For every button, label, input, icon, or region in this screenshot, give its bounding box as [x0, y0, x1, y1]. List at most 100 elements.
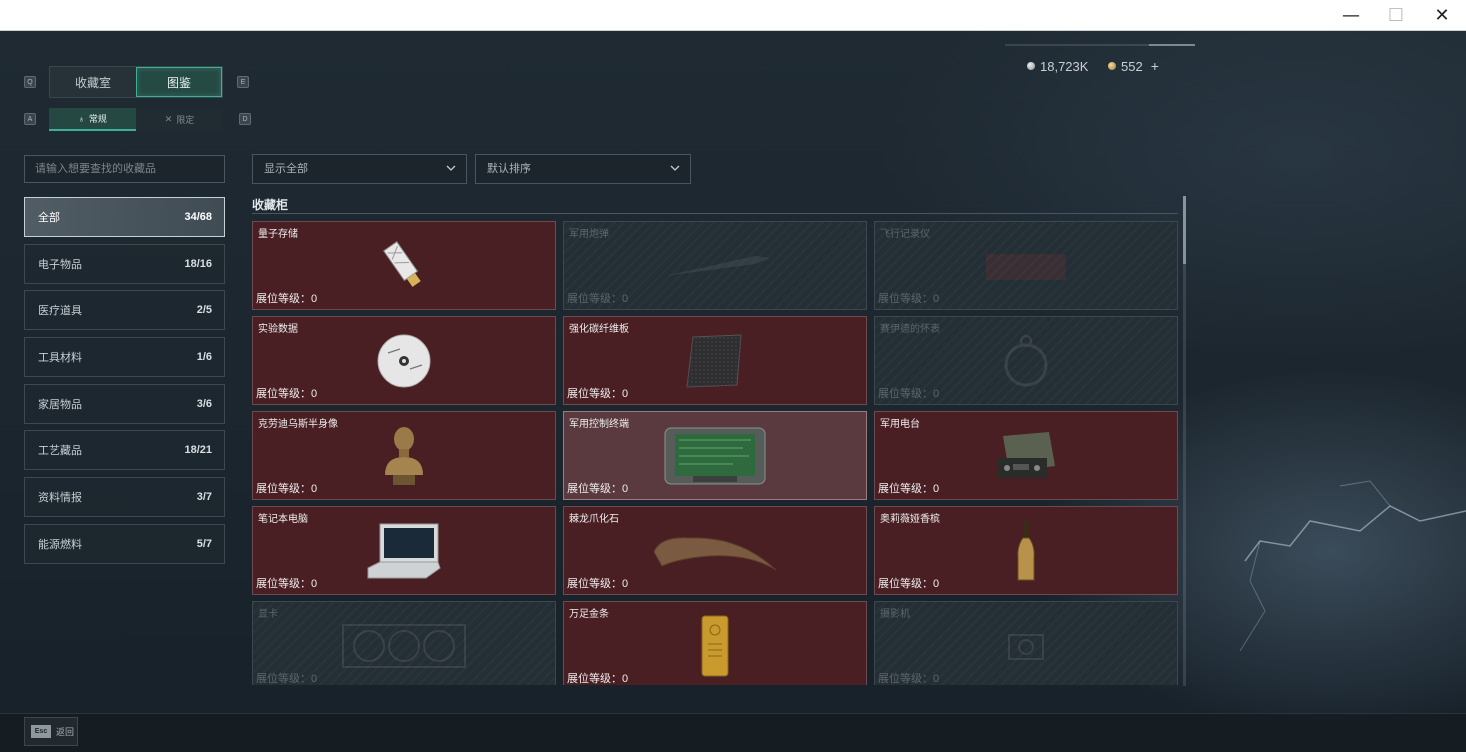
card-name: 显卡: [258, 609, 278, 620]
category-label: 电子物品: [38, 259, 82, 271]
disc-icon: [377, 334, 431, 387]
category-count: 5/7: [196, 538, 212, 550]
camera-icon: [1008, 633, 1044, 660]
subtab-regular[interactable]: ♁ 常规: [49, 108, 136, 131]
category-label: 工具材料: [38, 352, 82, 364]
card-level: 展位等级：0: [878, 673, 940, 685]
card-level: 展位等级：0: [567, 578, 629, 590]
close-icon[interactable]: ✕: [1419, 0, 1465, 31]
category-crafts[interactable]: 工艺藏品 18/21: [24, 430, 225, 470]
top-progress-line: [1005, 44, 1195, 46]
hourglass-icon: ♁: [78, 113, 85, 124]
card-name: 飞行记录仪: [880, 229, 930, 240]
flight-recorder-icon: [986, 253, 1066, 280]
bust-icon: [385, 426, 423, 485]
card-military-radio[interactable]: 军用电台 展位等级：0: [874, 411, 1178, 500]
card-champagne[interactable]: 奥莉薇娅香槟 展位等级：0: [874, 506, 1178, 595]
category-label: 资料情报: [38, 492, 82, 504]
main-tabs: 收藏室 图鉴: [49, 66, 223, 98]
pocket-watch-icon: [1004, 334, 1048, 386]
tab-codex[interactable]: 图鉴: [135, 67, 222, 97]
card-name: 军用控制终端: [569, 419, 629, 430]
card-level: 展位等级：0: [878, 578, 940, 590]
silver-currency: 18,723K: [1027, 58, 1088, 74]
card-quantum-storage[interactable]: 量子存储 展位等级：0: [252, 221, 556, 310]
game-viewport: 18,723K 552 + Q 收藏室 图鉴 E A ♁ 常规 ✕ 限定 D 请…: [0, 31, 1466, 752]
add-currency-button[interactable]: +: [1151, 58, 1159, 74]
sort-dropdown[interactable]: 默认排序: [475, 154, 691, 184]
card-flight-recorder[interactable]: 飞行记录仪 展位等级：0: [874, 221, 1178, 310]
category-tools[interactable]: 工具材料 1/6: [24, 337, 225, 377]
category-household[interactable]: 家居物品 3/6: [24, 384, 225, 424]
card-laptop[interactable]: 笔记本电脑 展位等级：0: [252, 506, 556, 595]
esc-key-icon: Esc: [31, 725, 51, 738]
graphics-card-icon: [342, 623, 466, 668]
category-label: 工艺藏品: [38, 445, 82, 457]
scrollbar-thumb[interactable]: [1183, 196, 1186, 264]
control-terminal-icon: [664, 427, 766, 484]
artillery-shell-icon: [665, 255, 770, 276]
window-titlebar: — ☐ ✕: [0, 0, 1466, 31]
card-level: 展位等级：0: [878, 483, 940, 495]
subtab-limited[interactable]: ✕ 限定: [136, 108, 223, 131]
search-input[interactable]: 请输入想要查找的收藏品: [24, 155, 225, 183]
gold-currency: 552 +: [1108, 58, 1159, 74]
card-claudius-bust[interactable]: 克劳迪乌斯半身像 展位等级：0: [252, 411, 556, 500]
carbon-plate-icon: [686, 333, 742, 388]
card-name: 实验数据: [258, 324, 298, 335]
champagne-icon: [1017, 519, 1035, 580]
bottom-bar: Esc 返回: [0, 713, 1466, 752]
maximize-icon[interactable]: ☐: [1373, 0, 1419, 31]
gold-amount: 552: [1121, 58, 1143, 74]
section-title: 收藏柜: [252, 198, 289, 212]
category-electronics[interactable]: 电子物品 18/16: [24, 244, 225, 284]
card-pocket-watch[interactable]: 赛伊德的怀表 展位等级：0: [874, 316, 1178, 405]
card-name: 棘龙爪化石: [569, 514, 619, 525]
category-count: 18/21: [184, 444, 212, 456]
card-level: 展位等级：0: [567, 293, 629, 305]
card-level: 展位等级：0: [256, 388, 318, 400]
card-gold-bar[interactable]: 万足金条 展位等级：0: [563, 601, 867, 685]
card-carbon-plate[interactable]: 强化碳纤维板 展位等级：0: [563, 316, 867, 405]
card-military-shell[interactable]: 军用炮弹 展位等级：0: [563, 221, 867, 310]
chevron-down-icon: [446, 165, 456, 171]
card-level: 展位等级：0: [567, 483, 629, 495]
card-claw-fossil[interactable]: 棘龙爪化石 展位等级：0: [563, 506, 867, 595]
category-count: 2/5: [196, 304, 212, 316]
card-name: 摄影机: [880, 609, 910, 620]
silver-amount: 18,723K: [1040, 58, 1089, 74]
sub-tabs: ♁ 常规 ✕ 限定: [49, 108, 223, 131]
card-level: 展位等级：0: [567, 388, 629, 400]
lightning-background: [1239, 480, 1466, 652]
gold-coin-icon: [1108, 62, 1116, 70]
card-level: 展位等级：0: [256, 483, 318, 495]
category-energy[interactable]: 能源燃料 5/7: [24, 524, 225, 564]
back-button[interactable]: Esc 返回: [24, 717, 78, 746]
card-camera[interactable]: 摄影机 展位等级：0: [874, 601, 1178, 685]
card-name: 笔记本电脑: [258, 514, 308, 525]
tab-collection-room[interactable]: 收藏室: [50, 67, 136, 97]
silver-coin-icon: [1027, 62, 1035, 70]
card-control-terminal[interactable]: 军用控制终端 展位等级：0: [563, 411, 867, 500]
key-hint-q: Q: [24, 76, 36, 88]
card-level: 展位等级：0: [567, 673, 629, 685]
category-intel[interactable]: 资料情报 3/7: [24, 477, 225, 517]
scrollbar[interactable]: [1183, 196, 1186, 686]
category-label: 家居物品: [38, 399, 82, 411]
sort-dropdown-value: 默认排序: [487, 163, 531, 175]
card-level: 展位等级：0: [256, 578, 318, 590]
card-name: 克劳迪乌斯半身像: [258, 419, 338, 430]
laptop-icon: [367, 523, 441, 578]
category-all[interactable]: 全部 34/68: [24, 197, 225, 237]
collection-grid: 量子存储 展位等级：0 军用炮弹 展位等级：0 飞行记录仪 展位等级：0 实验数…: [252, 221, 1178, 685]
category-count: 3/7: [196, 491, 212, 503]
card-name: 量子存储: [258, 229, 298, 240]
category-medical[interactable]: 医疗道具 2/5: [24, 290, 225, 330]
card-experiment-data[interactable]: 实验数据 展位等级：0: [252, 316, 556, 405]
minimize-icon[interactable]: —: [1328, 0, 1374, 31]
card-graphics-card[interactable]: 显卡 展位等级：0: [252, 601, 556, 685]
card-name: 赛伊德的怀表: [880, 324, 940, 335]
filter-dropdown[interactable]: 显示全部: [252, 154, 467, 184]
card-level: 展位等级：0: [256, 293, 318, 305]
category-count: 18/16: [184, 258, 212, 270]
